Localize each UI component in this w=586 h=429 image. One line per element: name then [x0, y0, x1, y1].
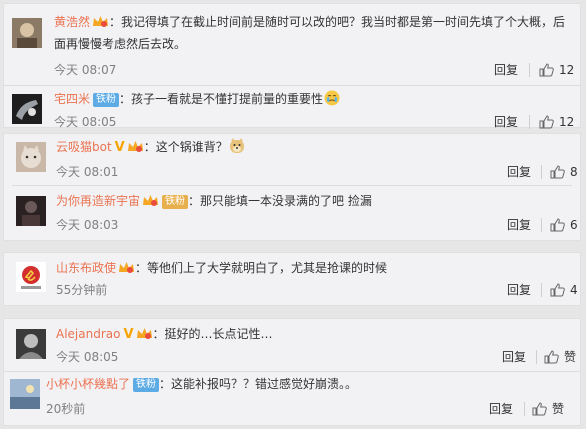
comment-text: 为你再造新宇宙 铁粉 ：那只能填一本没录满的了吧 捡漏 [56, 192, 372, 209]
username-link[interactable]: 云吸猫bot [56, 140, 112, 154]
like-count: 赞 [552, 402, 565, 416]
thumbs-up-icon [550, 283, 565, 297]
divider [536, 350, 537, 364]
username-link[interactable]: Alejandrao [56, 327, 120, 341]
like-button[interactable]: 8 [550, 163, 578, 181]
like-button[interactable]: 赞 [532, 400, 564, 418]
reply-button[interactable]: 回复 [507, 216, 531, 234]
doge-emoji [229, 138, 245, 154]
like-count: 12 [559, 115, 575, 129]
reply-button[interactable]: 回复 [494, 61, 518, 79]
like-count: 8 [570, 165, 578, 179]
username-link[interactable]: 小杯小杯幾點了 [46, 377, 130, 391]
reply-button[interactable]: 回复 [494, 113, 518, 131]
comment-card-2: 云吸猫bot V ：这个锅谁背？ 今天 08:01 回复 8 为你再造新宇宙 铁粉 ：那… [3, 133, 581, 241]
thumbs-up-icon [532, 402, 547, 416]
level-crown-icon [136, 325, 153, 339]
avatar[interactable] [16, 329, 46, 359]
comment-time: 55分钟前 [56, 283, 108, 297]
avatar[interactable] [12, 94, 42, 124]
level-crown-icon [127, 138, 144, 152]
thumbs-up-icon [544, 350, 559, 364]
username-link[interactable]: 山东布政使 [56, 261, 116, 275]
comment-text: Alejandrao V ：挺好的…长点记性… [56, 323, 571, 346]
comment-time: 今天 08:01 [56, 165, 119, 179]
thumbs-up-icon [539, 115, 554, 129]
divider [541, 283, 542, 297]
reply-button[interactable]: 回复 [507, 163, 531, 181]
comment-body: 那只能填一本没录满的了吧 捡漏 [200, 194, 372, 208]
verified-badge: V [114, 140, 125, 155]
comment-card-3: 山东布政使 ：等他们上了大学就明白了，尤其是抢课的时候 55分钟前 回复 4 [3, 252, 581, 306]
divider [541, 165, 542, 179]
like-button[interactable]: 赞 [544, 348, 576, 366]
avatar[interactable] [10, 379, 40, 409]
divider [529, 115, 530, 129]
level-crown-icon [92, 13, 109, 27]
like-button[interactable]: 12 [539, 61, 574, 79]
divider [4, 85, 580, 86]
username-link[interactable]: 为你再造新宇宙 [56, 194, 140, 208]
like-count: 4 [570, 283, 578, 297]
comment-body: 挺好的…长点记性… [164, 327, 273, 341]
comment-time: 今天 08:03 [56, 218, 119, 232]
comment-body: 这能补报吗？？错过感觉好崩溃。。 [171, 377, 358, 391]
level-crown-icon [118, 259, 135, 273]
thumbs-up-icon [539, 63, 554, 77]
like-count: 6 [570, 218, 578, 232]
avatar[interactable] [16, 196, 46, 226]
username-link[interactable]: 宅四米 [54, 92, 90, 106]
comment-card-4: Alejandrao V ：挺好的…长点记性… 今天 08:05 回复 赞 小杯小杯… [3, 318, 581, 426]
comment-text: 山东布政使 ：等他们上了大学就明白了，尤其是抢课的时候 [56, 259, 388, 275]
comment-text: 黄浩然 ：我记得填了在截止时间前是随时可以改的吧？我当时都是第一时间先填了个大概，… [54, 13, 566, 51]
comment-text: 宅四米 铁粉 ：孩子一看就是不懂打提前量的重要性 [54, 88, 574, 110]
like-button[interactable]: 4 [550, 281, 578, 299]
fan-badge: 铁粉 [133, 378, 160, 392]
level-crown-icon [142, 192, 159, 206]
comment-card-1: 黄浩然 ：我记得填了在截止时间前是随时可以改的吧？我当时都是第一时间先填了个大概，… [3, 3, 581, 131]
crying-face-emoji [324, 90, 340, 106]
comment-time: 今天 08:05 [54, 115, 117, 129]
comment-body: 这个锅谁背？ [155, 140, 228, 154]
divider [541, 218, 542, 232]
thumbs-up-icon [550, 165, 565, 179]
avatar[interactable] [16, 142, 46, 172]
avatar[interactable] [12, 18, 42, 48]
comment-time: 今天 08:07 [54, 63, 117, 77]
comment-time: 20秒前 [46, 402, 86, 416]
fan-badge: 铁粉 [93, 93, 120, 107]
comment-text: 小杯小杯幾點了 铁粉 ：这能补报吗？？错过感觉好崩溃。。 [46, 377, 358, 392]
comment-time: 今天 08:05 [56, 350, 119, 364]
comment-body: 孩子一看就是不懂打提前量的重要性 [131, 92, 324, 106]
verified-badge: V [123, 327, 134, 342]
like-button[interactable]: 12 [539, 113, 574, 131]
username-link[interactable]: 黄浩然 [54, 15, 90, 29]
comment-text: 云吸猫bot V ：这个锅谁背？ [56, 136, 571, 159]
reply-button[interactable]: 回复 [507, 281, 531, 299]
reply-button[interactable]: 回复 [489, 400, 513, 418]
divider [529, 63, 530, 77]
divider [12, 185, 572, 186]
like-count: 12 [559, 63, 575, 77]
like-count: 赞 [564, 350, 577, 364]
avatar[interactable] [16, 262, 46, 292]
divider [4, 371, 580, 372]
thumbs-up-icon [550, 218, 565, 232]
comment-body: 等他们上了大学就明白了，尤其是抢课的时候 [147, 261, 388, 275]
comment-body: 我记得填了在截止时间前是随时可以改的吧？我当时都是第一时间先填了个大概，后面再慢… [54, 15, 566, 51]
reply-button[interactable]: 回复 [502, 348, 526, 366]
like-button[interactable]: 6 [550, 216, 578, 234]
fan-badge: 铁粉 [162, 195, 189, 209]
divider [524, 402, 525, 416]
